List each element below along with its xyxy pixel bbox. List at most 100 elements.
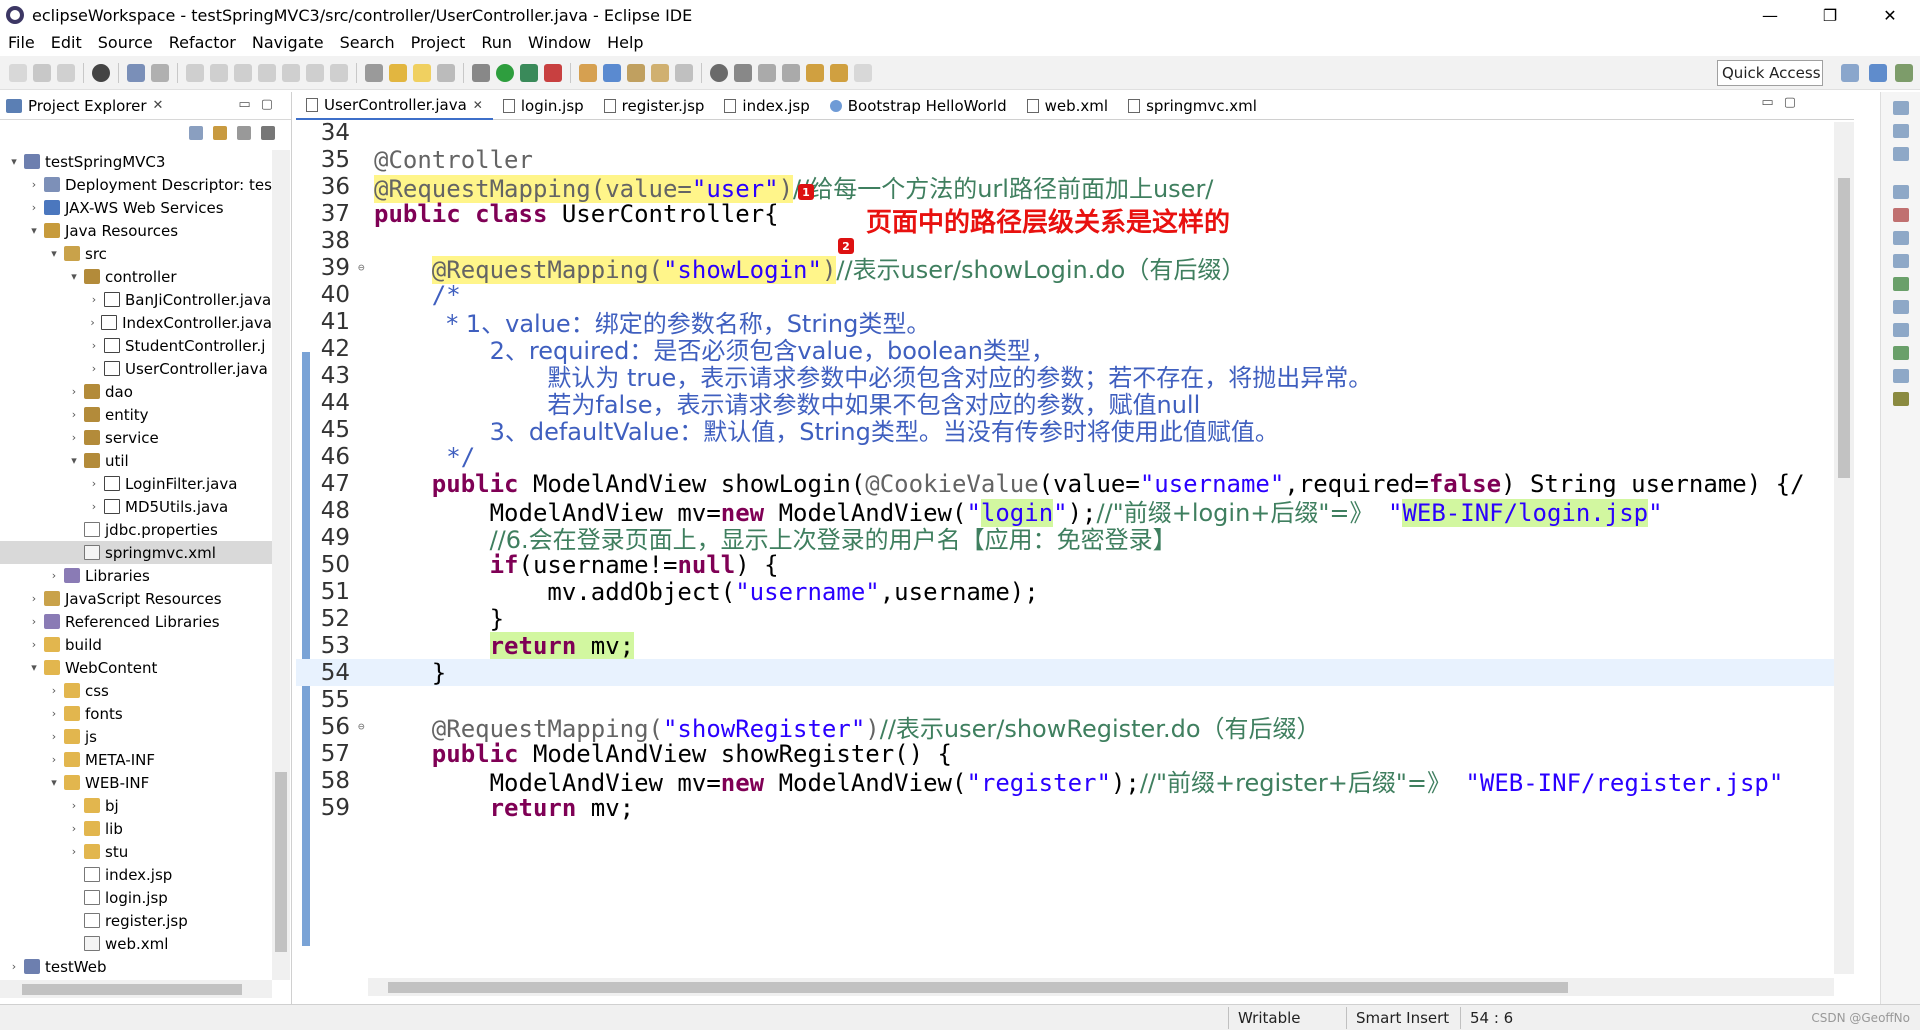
chevron-right-icon[interactable]: › <box>88 477 100 490</box>
step-into-icon[interactable] <box>282 63 300 82</box>
tree-item[interactable]: ▾ Java Resources <box>0 219 272 242</box>
terminal-view-icon[interactable] <box>1892 392 1909 406</box>
tree-item[interactable]: › MD5Utils.java <box>0 495 272 518</box>
chevron-right-icon[interactable]: › <box>28 592 40 605</box>
suspend-icon[interactable] <box>210 63 228 82</box>
scrollbar-thumb[interactable] <box>388 982 1568 993</box>
step-return-icon[interactable] <box>330 63 348 82</box>
tree-item[interactable]: › css <box>0 679 272 702</box>
debug-icon[interactable] <box>92 63 110 82</box>
project-tree-horizontal-scrollbar[interactable] <box>0 980 272 998</box>
menu-help[interactable]: Help <box>599 33 651 52</box>
tree-item[interactable]: › dao <box>0 380 272 403</box>
restore-button[interactable]: ❐ <box>1800 0 1860 30</box>
wand-icon[interactable] <box>389 63 407 82</box>
tree-item[interactable]: › build <box>0 633 272 656</box>
pin-icon[interactable] <box>734 63 752 82</box>
code-line[interactable]: 36 @RequestMapping(value="user")//给每一个方法的… <box>296 173 1854 203</box>
chevron-right-icon[interactable]: › <box>48 730 60 743</box>
tree-item[interactable]: › LoginFilter.java <box>0 472 272 495</box>
code-line[interactable]: 53 return mv; <box>296 631 1854 660</box>
view-menu-icon[interactable] <box>261 126 275 140</box>
chevron-right-icon[interactable]: › <box>28 615 40 628</box>
tree-item[interactable]: › UserController.java <box>0 357 272 380</box>
tree-item[interactable]: ▾ src <box>0 242 272 265</box>
quick-access-field[interactable]: Quick Access <box>1717 60 1823 86</box>
tree-item[interactable]: › entity <box>0 403 272 426</box>
code-line[interactable]: 39 ⊖ @RequestMapping("showLogin")//表示user… <box>296 254 1854 284</box>
tree-item[interactable]: › stu <box>0 840 272 863</box>
fold-toggle-icon[interactable]: ⊖ <box>358 261 366 274</box>
open-perspective-icon[interactable] <box>1841 64 1859 82</box>
save-all-icon[interactable] <box>57 63 75 82</box>
debug-run-icon[interactable] <box>472 63 490 82</box>
scrollbar-thumb[interactable] <box>1838 178 1850 478</box>
menu-source[interactable]: Source <box>90 33 161 52</box>
forward-icon[interactable] <box>854 63 872 82</box>
snippets-icon[interactable] <box>1892 277 1909 291</box>
chevron-down-icon[interactable]: ▾ <box>8 155 20 168</box>
editor-tab[interactable]: springmvc.xml <box>1118 92 1267 120</box>
chevron-right-icon[interactable]: › <box>28 178 40 191</box>
editor-tab[interactable]: UserController.java ✕ <box>296 91 493 120</box>
chevron-right-icon[interactable]: › <box>48 707 60 720</box>
tree-item[interactable]: › JavaScript Resources <box>0 587 272 610</box>
chevron-right-icon[interactable]: › <box>68 431 80 444</box>
tree-item[interactable]: ▾ util <box>0 449 272 472</box>
fold-toggle-icon[interactable]: ⊖ <box>358 720 366 733</box>
restore-icon[interactable] <box>1892 101 1909 115</box>
step-over-icon[interactable] <box>306 63 324 82</box>
code-line[interactable]: 59 return mv; <box>296 794 1854 822</box>
scrollbar-thumb[interactable] <box>22 984 242 995</box>
code-line[interactable]: 50 if(username!=null) { <box>296 551 1854 579</box>
coverage-icon[interactable] <box>520 63 538 82</box>
code-line[interactable]: 58 ModelAndView mv=new ModelAndView("reg… <box>296 767 1854 798</box>
editor-vertical-scrollbar[interactable] <box>1834 122 1854 974</box>
chevron-right-icon[interactable]: › <box>68 845 80 858</box>
code-line[interactable]: 56 ⊖ @RequestMapping("showRegister")//表示u… <box>296 713 1854 744</box>
project-explorer-tab[interactable]: Project Explorer ✕ <box>0 92 169 120</box>
minimize-maximize-icon[interactable]: ▭▢ <box>238 97 283 112</box>
disconnect-icon[interactable] <box>258 63 276 82</box>
chevron-down-icon[interactable]: ▾ <box>68 454 80 467</box>
chevron-down-icon[interactable]: ▾ <box>28 661 40 674</box>
outline-icon[interactable] <box>1892 124 1909 138</box>
tree-item[interactable]: login.jsp <box>0 886 272 909</box>
tree-item[interactable]: › IndexController.java <box>0 311 272 334</box>
chevron-right-icon[interactable]: › <box>68 385 80 398</box>
menu-project[interactable]: Project <box>403 33 474 52</box>
open-console-icon[interactable] <box>365 63 383 82</box>
chevron-right-icon[interactable]: › <box>88 316 97 329</box>
tree-item[interactable]: › fonts <box>0 702 272 725</box>
code-line[interactable]: 46 */ <box>296 443 1854 471</box>
tree-item[interactable]: › bj <box>0 794 272 817</box>
progress-icon[interactable] <box>1892 346 1909 360</box>
globe-icon[interactable] <box>710 63 728 82</box>
editor-tab[interactable]: register.jsp <box>594 92 715 120</box>
scrollbar-thumb[interactable] <box>275 772 287 952</box>
editor-minimize-maximize-icon[interactable]: ▭▢ <box>1761 95 1806 110</box>
menu-window[interactable]: Window <box>520 33 599 52</box>
chevron-down-icon[interactable]: ▾ <box>48 247 60 260</box>
next-annotation-icon[interactable] <box>758 63 776 82</box>
code-line[interactable]: 45 3、defaultValue：默认值，String类型。当没有传参时将使用… <box>296 416 1854 447</box>
minimize-button[interactable]: — <box>1740 0 1800 30</box>
chevron-down-icon[interactable]: ▾ <box>48 776 60 789</box>
focus-icon[interactable] <box>237 126 251 140</box>
previous-annotation-icon[interactable] <box>782 63 800 82</box>
new-server-icon[interactable] <box>579 63 597 82</box>
tree-item[interactable]: web.xml <box>0 932 272 955</box>
menu-refactor[interactable]: Refactor <box>161 33 244 52</box>
open-task-icon[interactable] <box>675 63 693 82</box>
tree-item[interactable]: › META-INF <box>0 748 272 771</box>
code-line[interactable]: 52 } <box>296 605 1854 633</box>
code-line[interactable]: 54 } <box>296 659 1854 687</box>
show-whitespace-icon[interactable] <box>437 63 455 82</box>
tree-item[interactable]: › Deployment Descriptor: tes <box>0 173 272 196</box>
tree-item[interactable]: jdbc.properties <box>0 518 272 541</box>
problems-icon[interactable] <box>1892 208 1909 222</box>
menu-file[interactable]: File <box>0 33 43 52</box>
chevron-right-icon[interactable]: › <box>8 960 20 973</box>
menu-search[interactable]: Search <box>332 33 403 52</box>
console-icon[interactable] <box>1892 323 1909 337</box>
